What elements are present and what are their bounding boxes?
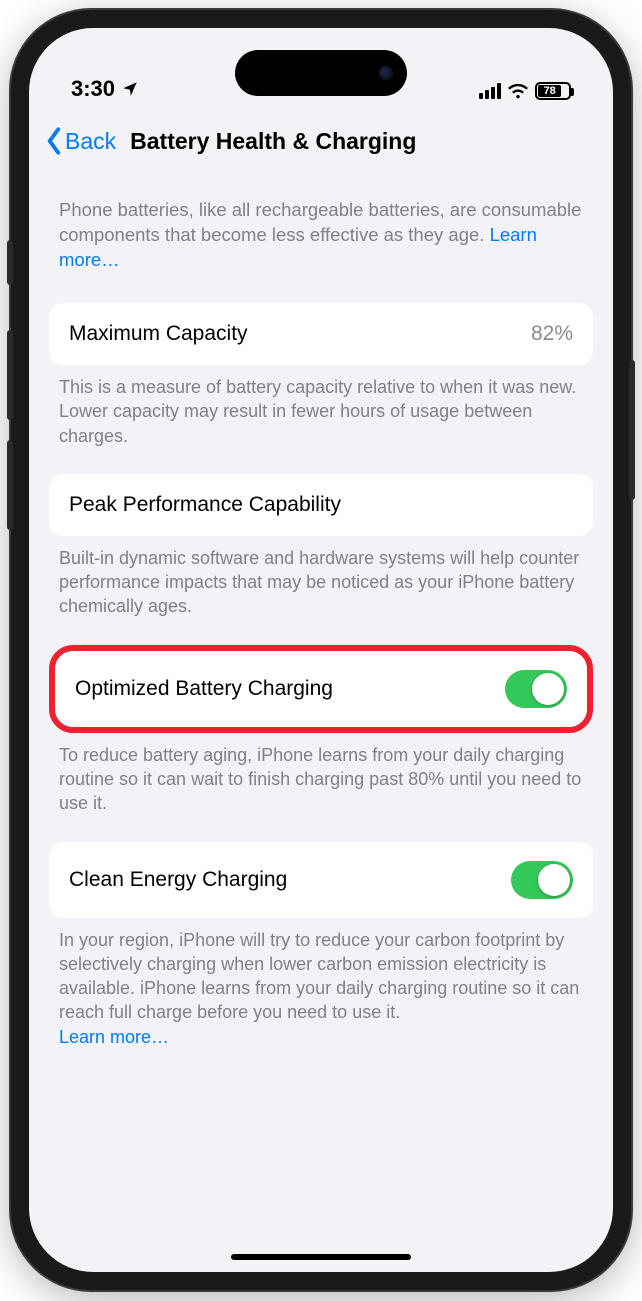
max-capacity-label: Maximum Capacity [69,322,248,346]
power-button [629,360,635,500]
battery-percent: 78 [538,85,561,97]
max-capacity-value: 82% [531,322,573,346]
page-title: Battery Health & Charging [130,128,416,155]
home-indicator[interactable] [231,1254,411,1260]
back-button[interactable]: Back [43,126,116,156]
clean-energy-cell[interactable]: Clean Energy Charging [49,842,593,918]
clean-energy-toggle[interactable] [511,861,573,899]
nav-bar: Back Battery Health & Charging [29,108,613,172]
mute-switch [7,240,13,285]
battery-icon: 78 [535,82,571,100]
optimized-charging-label: Optimized Battery Charging [75,677,333,701]
optimized-charging-footer: To reduce battery aging, iPhone learns f… [49,733,593,816]
optimized-charging-cell[interactable]: Optimized Battery Charging [55,651,587,727]
highlight-ring: Optimized Battery Charging [49,645,593,733]
status-time: 3:30 [71,76,115,102]
status-right: 78 [479,80,571,102]
phone-frame: 3:30 78 [11,10,631,1290]
clean-energy-learn-more-link[interactable]: Learn more… [59,1027,169,1047]
back-label: Back [65,128,116,155]
clean-energy-footer: In your region, iPhone will try to reduc… [49,918,593,1049]
intro-text: Phone batteries, like all rechargeable b… [49,172,593,277]
wifi-icon [507,80,529,102]
peak-performance-footer: Built-in dynamic software and hardware s… [49,536,593,619]
peak-performance-cell[interactable]: Peak Performance Capability [49,474,593,536]
status-left: 3:30 [71,76,139,102]
dynamic-island [235,50,407,96]
max-capacity-footer: This is a measure of battery capacity re… [49,365,593,448]
optimized-charging-toggle[interactable] [505,670,567,708]
content: Phone batteries, like all rechargeable b… [29,172,613,1049]
max-capacity-cell[interactable]: Maximum Capacity 82% [49,303,593,365]
volume-down-button [7,440,13,530]
clean-energy-label: Clean Energy Charging [69,868,287,892]
volume-up-button [7,330,13,420]
location-icon [121,80,139,98]
cellular-icon [479,83,501,99]
peak-performance-label: Peak Performance Capability [69,493,341,517]
chevron-left-icon [43,126,65,156]
screen: 3:30 78 [29,28,613,1272]
